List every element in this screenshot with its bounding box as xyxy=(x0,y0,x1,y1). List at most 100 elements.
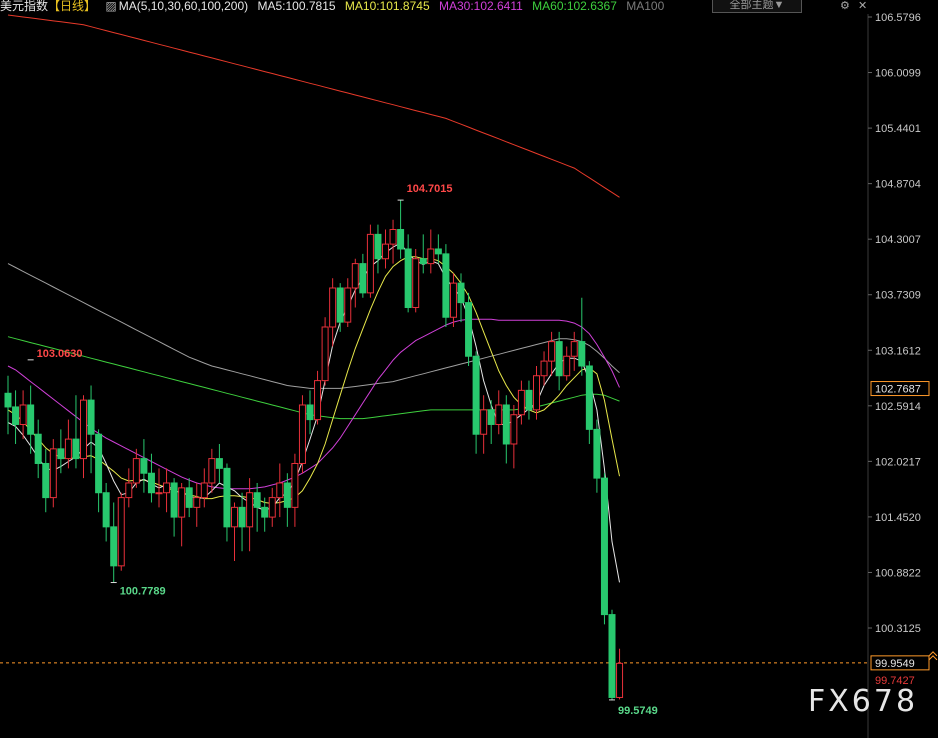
candle-body-down xyxy=(223,467,231,528)
candle xyxy=(329,278,337,347)
candle xyxy=(200,468,208,508)
candle xyxy=(608,609,616,701)
candle-body-up xyxy=(163,482,171,494)
candle-body-down xyxy=(261,506,269,518)
candle-body-up xyxy=(329,287,337,328)
candle xyxy=(306,390,314,435)
candle-body-up xyxy=(80,399,87,460)
candle xyxy=(163,468,171,513)
candle-body-down xyxy=(434,248,442,255)
candle-body-up xyxy=(510,414,518,445)
candle-body-down xyxy=(487,409,495,425)
candle xyxy=(49,439,57,508)
candle-body-up xyxy=(548,341,556,362)
candle-body-up xyxy=(246,492,254,528)
y-tick-label: 106.0099 xyxy=(875,68,921,80)
candle xyxy=(117,492,125,571)
candle-body-down xyxy=(600,477,608,616)
candle-body-down xyxy=(110,526,118,567)
candle-body-down xyxy=(457,282,465,304)
candlestick-chart[interactable]: 106.5796 106.0099 105.4401 104.8704 104.3007… xyxy=(0,0,938,738)
candle-body-down xyxy=(593,428,601,479)
candle xyxy=(253,482,261,532)
candle-body-down xyxy=(27,404,35,435)
candle-body-up xyxy=(117,497,125,567)
candle xyxy=(465,292,473,366)
candle-body-up xyxy=(412,258,420,308)
candle-body-up xyxy=(389,228,397,245)
candle xyxy=(268,487,276,527)
candle-body-up xyxy=(19,404,27,425)
y-tick-label: 102.5914 xyxy=(875,401,921,413)
candle-body-up xyxy=(480,409,488,435)
candle-body-up xyxy=(351,263,359,289)
candle-body-up xyxy=(321,326,329,382)
candle-body-down xyxy=(336,287,344,323)
candle xyxy=(64,419,72,469)
candle xyxy=(291,453,299,527)
candle-body-up xyxy=(64,438,72,460)
candle-body-up xyxy=(344,287,352,323)
candle-body-down xyxy=(359,263,367,294)
candle-body-up xyxy=(298,404,306,464)
candle-body-down xyxy=(72,438,80,460)
candle xyxy=(366,224,374,298)
candle xyxy=(178,482,186,547)
candle xyxy=(616,648,624,700)
candle xyxy=(449,273,457,327)
candle xyxy=(147,453,155,503)
candle-body-down xyxy=(283,482,291,508)
candle xyxy=(155,468,163,508)
candle-body-down xyxy=(34,433,42,464)
candle-body-up xyxy=(427,248,435,265)
candle-body-down xyxy=(502,404,510,445)
candle-body-down xyxy=(140,458,148,474)
candle-body-down xyxy=(170,482,178,518)
y-tick-label: 104.8704 xyxy=(875,179,921,191)
candle xyxy=(336,283,344,332)
candle xyxy=(540,351,548,386)
candle xyxy=(389,219,397,264)
candle-body-down xyxy=(253,492,261,508)
candle xyxy=(480,395,488,454)
candle xyxy=(382,229,389,269)
candle xyxy=(170,478,178,537)
candle xyxy=(600,473,608,625)
candle xyxy=(570,331,578,371)
candle xyxy=(42,448,50,513)
candle xyxy=(419,234,427,274)
candle xyxy=(87,385,95,474)
candle-body-up xyxy=(231,506,238,528)
candle-body-down xyxy=(95,433,103,494)
y-tick-label: 100.3125 xyxy=(875,623,921,635)
candle-body-up xyxy=(517,389,525,416)
candle-body-down xyxy=(465,302,473,357)
candle xyxy=(57,429,65,474)
scroll-up-icon xyxy=(928,651,938,661)
candle-body-up xyxy=(155,492,163,495)
candle-body-down xyxy=(215,458,223,469)
candle xyxy=(472,351,480,454)
candle xyxy=(321,317,329,386)
candle xyxy=(110,502,118,583)
candle xyxy=(525,380,533,420)
left-low-label: 100.7789 xyxy=(120,586,166,598)
ma200-line xyxy=(7,14,620,198)
candle xyxy=(404,234,412,313)
candle-body-down xyxy=(238,506,246,528)
candle xyxy=(4,375,12,435)
candle xyxy=(314,370,322,425)
watermark-logo: FX678 xyxy=(808,684,919,719)
candle-body-up xyxy=(616,662,624,698)
y-tick-label: 106.5796 xyxy=(875,12,921,24)
candle-body-up xyxy=(132,458,140,484)
candle-body-up xyxy=(382,243,389,260)
candle-body-up xyxy=(193,497,201,508)
candle-body-down xyxy=(87,399,95,435)
candle-body-down xyxy=(419,258,427,265)
candle xyxy=(487,400,495,444)
candle xyxy=(185,478,193,518)
candle xyxy=(34,419,42,479)
candle xyxy=(298,395,306,474)
candle xyxy=(427,229,435,274)
